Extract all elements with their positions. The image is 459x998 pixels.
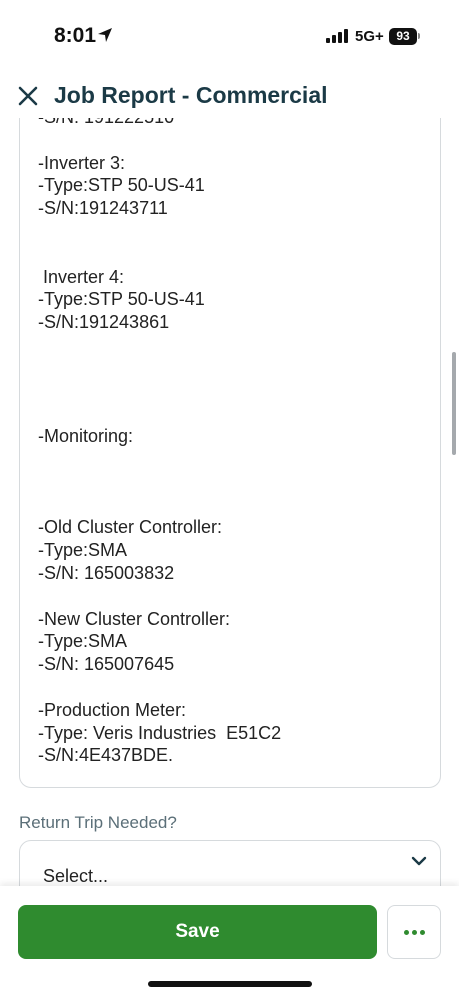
return-trip-label: Return Trip Needed? [19, 813, 177, 832]
bottom-action-bar: Save [0, 886, 459, 998]
status-time: 8:01 [54, 24, 97, 47]
notes-text: -S/N: 191222510 -Inverter 3: -Type:STP 5… [38, 118, 282, 766]
battery-icon: 93 [389, 28, 417, 45]
select-value: Select... [43, 866, 109, 886]
chevron-down-icon [411, 856, 427, 866]
save-button[interactable]: Save [18, 905, 377, 959]
status-bar: 8:01 5G+ 93 [0, 0, 459, 70]
more-horizontal-icon [403, 929, 425, 935]
header: Job Report - Commercial [0, 72, 459, 120]
notes-textarea[interactable]: -S/N: 191222510 -Inverter 3: -Type:STP 5… [19, 118, 441, 788]
signal-strength-icon [326, 29, 348, 43]
location-arrow-icon [98, 28, 112, 42]
network-type: 5G+ [355, 28, 384, 45]
page-title: Job Report - Commercial [54, 82, 328, 108]
scrollbar[interactable] [452, 352, 456, 455]
home-indicator [148, 981, 312, 987]
close-icon[interactable] [14, 82, 42, 110]
more-options-button[interactable] [387, 905, 441, 959]
battery-tip [418, 33, 420, 39]
